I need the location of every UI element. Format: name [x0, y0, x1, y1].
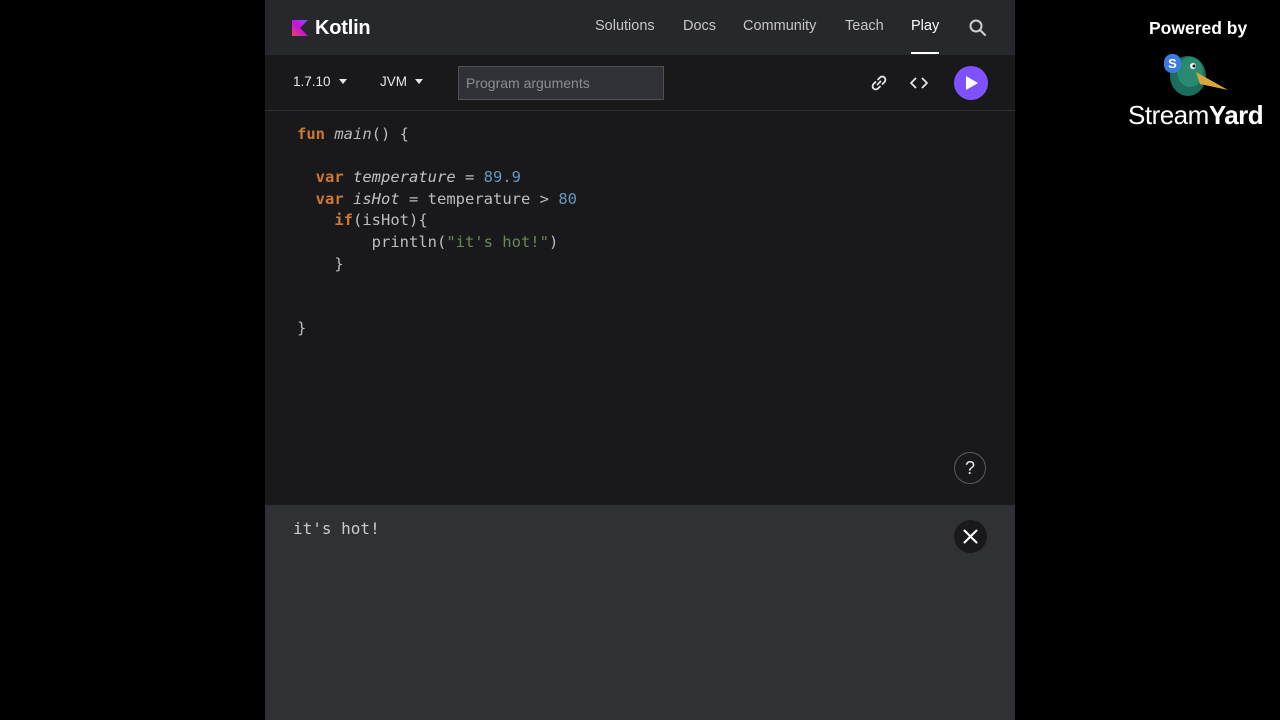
- platform-value: JVM: [380, 74, 407, 89]
- code-line-10: }: [297, 319, 307, 338]
- code-editor[interactable]: fun main() { var temperature = 89.9 var …: [265, 111, 1015, 505]
- help-button[interactable]: ?: [954, 452, 986, 484]
- kotlin-version-value: 1.7.10: [293, 74, 331, 89]
- active-tab-indicator: [911, 52, 939, 54]
- share-link-icon[interactable]: [868, 72, 890, 94]
- kotlin-playground: Kotlin Solutions Docs Community Teach Pl…: [265, 0, 1015, 720]
- embed-code-icon[interactable]: [908, 72, 930, 94]
- streamyard-duck-logo-icon: S: [1164, 54, 1228, 96]
- nav-community[interactable]: Community: [743, 18, 816, 34]
- play-icon: [966, 76, 978, 90]
- chevron-down-icon: [338, 79, 347, 84]
- close-output-button[interactable]: [954, 520, 987, 553]
- kotlin-logo-link[interactable]: Kotlin: [292, 16, 371, 40]
- code-line-7: }: [297, 254, 344, 273]
- code-line-4: var isHot = temperature > 80: [315, 189, 577, 208]
- wordmark-regular: Stream: [1128, 100, 1209, 130]
- kotlin-version-select[interactable]: 1.7.10: [293, 74, 347, 89]
- code-line-5: if(isHot){: [334, 211, 428, 230]
- streamyard-wordmark: StreamYard: [1128, 100, 1264, 131]
- svg-text:S: S: [1168, 56, 1177, 71]
- powered-by-label: Powered by: [1149, 18, 1248, 38]
- kotlin-logo-icon: [292, 20, 308, 36]
- nav-docs[interactable]: Docs: [683, 18, 716, 34]
- code-content[interactable]: fun main() { var temperature = 89.9 var …: [297, 124, 577, 340]
- nav-solutions[interactable]: Solutions: [595, 18, 655, 34]
- code-line-1: fun main() {: [297, 125, 409, 143]
- playground-toolbar: 1.7.10 JVM: [265, 55, 1015, 111]
- top-navigation: Kotlin Solutions Docs Community Teach Pl…: [265, 0, 1015, 55]
- close-icon: [963, 529, 978, 544]
- brand-name: Kotlin: [315, 16, 371, 39]
- program-arguments-input[interactable]: [458, 66, 664, 100]
- output-panel: it's hot!: [265, 505, 1015, 720]
- nav-play[interactable]: Play: [911, 18, 939, 34]
- chevron-down-icon: [415, 79, 423, 84]
- run-button[interactable]: [954, 66, 988, 100]
- code-line-3: var temperature = 89.9: [315, 168, 521, 187]
- platform-select[interactable]: JVM: [380, 74, 423, 89]
- search-icon[interactable]: [968, 18, 988, 38]
- output-text: it's hot!: [293, 519, 380, 538]
- code-line-6: println("it's hot!"): [297, 232, 559, 251]
- nav-teach[interactable]: Teach: [845, 18, 884, 34]
- wordmark-bold: Yard: [1208, 100, 1264, 130]
